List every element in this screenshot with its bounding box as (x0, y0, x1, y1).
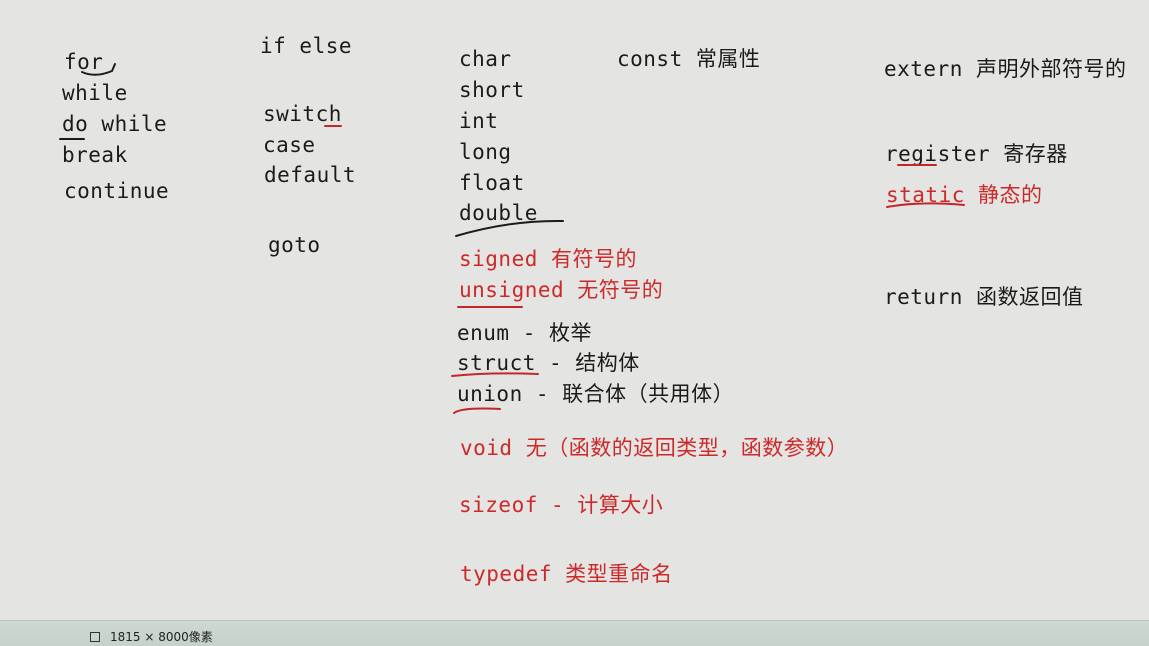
keyword-return: return 函数返回值 (884, 285, 1084, 309)
image-size-icon (90, 632, 100, 642)
keyword-struct: struct - 结构体 (457, 351, 640, 375)
keyword-case: case (263, 133, 316, 157)
keyword-if-else: if else (260, 34, 353, 58)
keyword-char: char (459, 47, 512, 71)
keyword-sizeof: sizeof - 计算大小 (459, 493, 664, 517)
keyword-signed: signed 有符号的 (459, 247, 638, 271)
keyword-continue: continue (64, 179, 170, 203)
image-size-label: 1815 × 8000像素 (110, 630, 213, 644)
keyword-break: break (62, 143, 128, 167)
keyword-float: float (459, 171, 525, 195)
keyword-typedef: typedef 类型重命名 (460, 562, 673, 586)
keyword-const: const 常属性 (617, 47, 761, 71)
keyword-switch: switch (263, 102, 342, 126)
whiteboard-canvas: for while do while break continue if els… (0, 0, 1149, 620)
keyword-union: union - 联合体（共用体） (457, 382, 735, 406)
keyword-while: while (62, 81, 128, 105)
keyword-default: default (264, 163, 357, 187)
keyword-do-while: do while (62, 112, 168, 136)
annotation-underlines (59, 63, 965, 414)
keyword-int: int (459, 109, 499, 133)
keyword-double: double (459, 201, 538, 225)
keyword-long: long (459, 140, 512, 164)
keyword-for: for (64, 50, 104, 74)
keyword-extern: extern 声明外部符号的 (884, 57, 1127, 81)
keyword-enum: enum - 枚举 (457, 321, 593, 345)
keyword-void: void 无（函数的返回类型，函数参数） (460, 436, 849, 460)
keyword-static: static 静态的 (886, 183, 1043, 207)
keyword-register: register 寄存器 (885, 142, 1068, 166)
union-underline (453, 407, 501, 414)
keyword-short: short (459, 78, 525, 102)
keyword-goto: goto (268, 233, 321, 257)
keyword-unsigned: unsigned 无符号的 (459, 278, 664, 302)
